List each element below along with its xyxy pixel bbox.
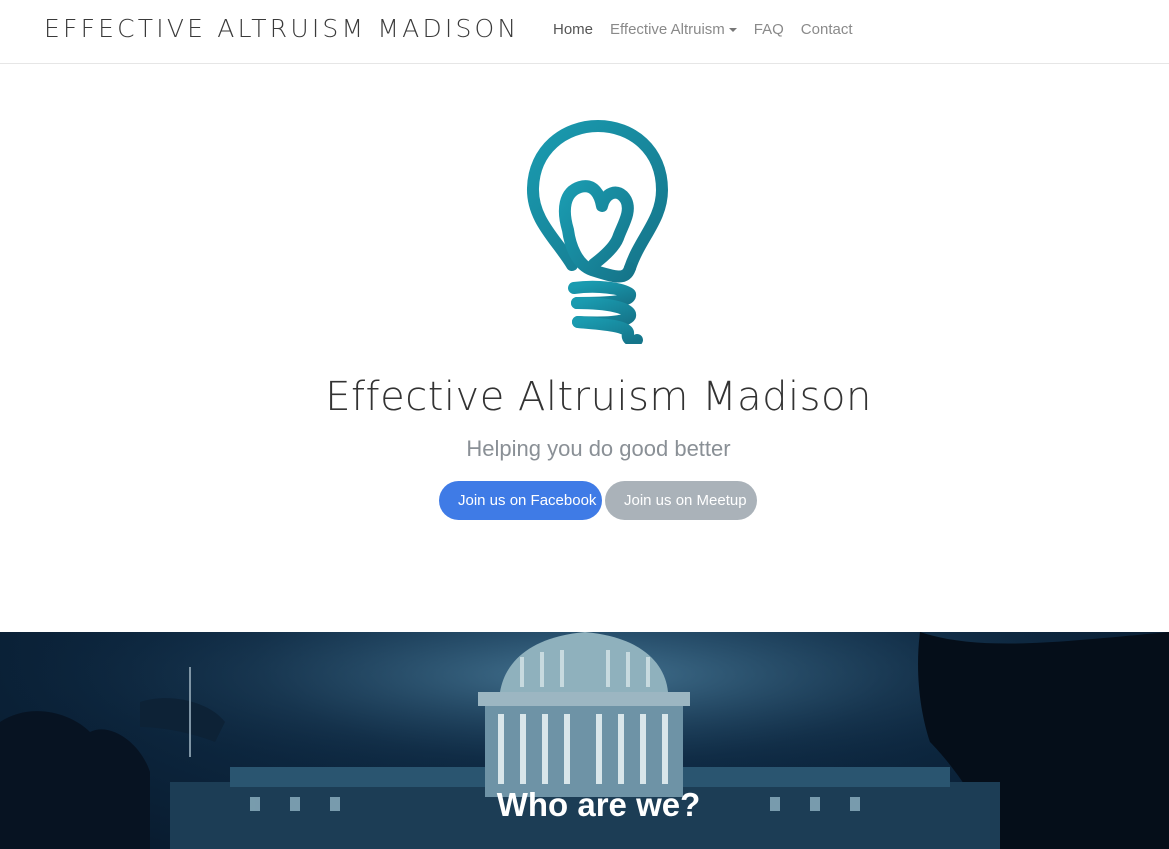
hero-title: Effective Altruism Madison	[325, 374, 872, 420]
join-meetup-button[interactable]: Join us on Meetup	[605, 481, 757, 520]
hero-section: Effective Altruism Madison Helping you d…	[0, 64, 1169, 632]
lightbulb-heart-icon	[526, 120, 668, 344]
who-are-we-section: Who are we?	[0, 632, 1169, 849]
hero-subtitle: Helping you do good better	[466, 436, 731, 461]
nav-link-effective-altruism-dropdown[interactable]: Effective Altruism	[610, 21, 737, 38]
site-brand-link[interactable]: EFFECTIVE ALTRUISM MADISON	[44, 14, 519, 43]
top-navbar: EFFECTIVE ALTRUISM MADISON Home Effectiv…	[0, 0, 1169, 64]
nav-link-effective-altruism-label: Effective Altruism	[610, 21, 725, 38]
nav-links: Home Effective Altruism FAQ Contact	[553, 21, 870, 38]
nav-link-faq[interactable]: FAQ	[754, 21, 784, 38]
join-facebook-button[interactable]: Join us on Facebook	[439, 481, 602, 520]
who-are-we-heading: Who are we?	[496, 786, 701, 823]
hero-buttons: Join us on Facebook Join us on Meetup	[439, 481, 757, 520]
caret-down-icon	[728, 27, 737, 32]
nav-link-contact[interactable]: Contact	[801, 21, 853, 38]
nav-link-home[interactable]: Home	[553, 21, 593, 38]
